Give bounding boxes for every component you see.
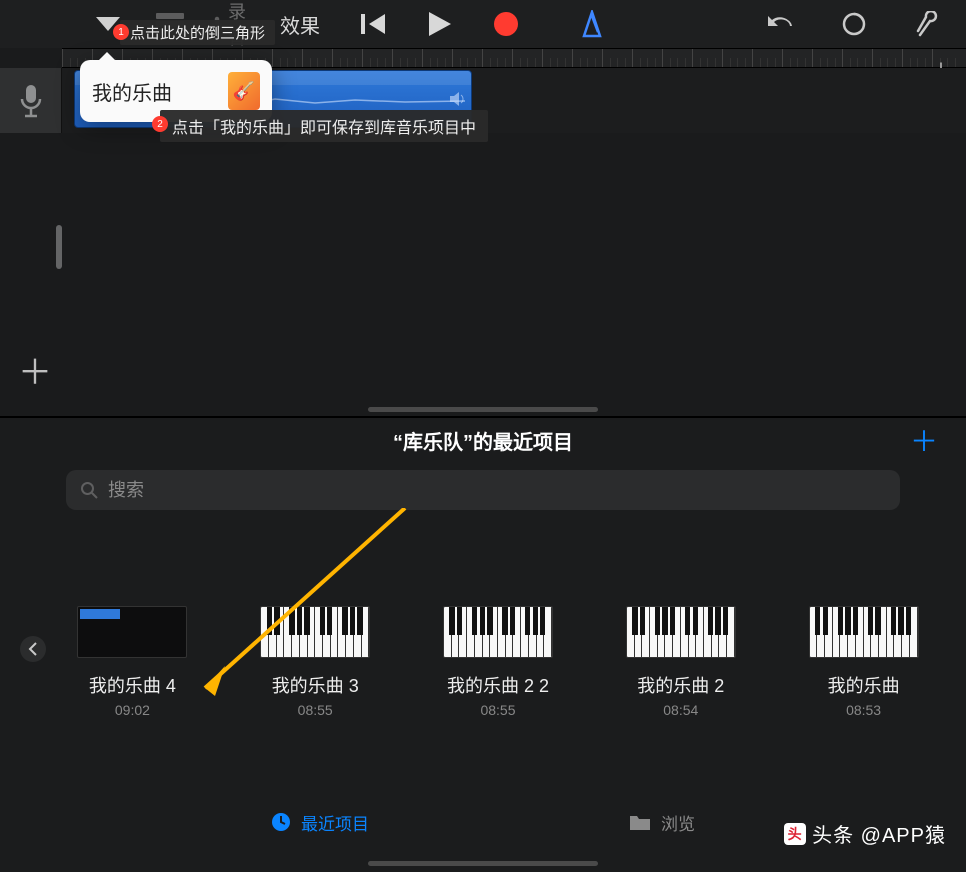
loop-browser-button[interactable] — [836, 6, 872, 42]
project-thumbnail — [626, 606, 736, 658]
tooltip-text: 点击此处的倒三角形 — [130, 25, 265, 42]
home-indicator — [368, 861, 598, 866]
speaker-icon — [449, 90, 467, 108]
my-songs-menu-item[interactable]: 我的乐曲 — [92, 77, 228, 106]
toutiao-logo-icon: 头 — [784, 823, 806, 845]
project-time: 08:55 — [298, 702, 333, 718]
tab-label: 浏览 — [661, 810, 695, 835]
track-header[interactable] — [0, 68, 62, 133]
project-name: 我的乐曲 3 — [272, 672, 359, 698]
project-item[interactable]: 我的乐曲 2 2 08:55 — [436, 606, 561, 718]
back-button[interactable] — [20, 636, 46, 662]
track-resize-handle[interactable] — [56, 225, 62, 269]
project-thumbnail — [809, 606, 919, 658]
search-field[interactable] — [66, 470, 900, 510]
folder-icon — [629, 813, 651, 831]
tooltip-badge: 2 — [152, 116, 168, 132]
microphone-icon — [19, 83, 43, 119]
projects-grid: 我的乐曲 409:02我的乐曲 308:55我的乐曲 2 208:55我的乐曲 … — [70, 606, 926, 718]
tab-browse[interactable]: 浏览 — [629, 810, 695, 835]
watermark-text: 头条 @APP猿 — [812, 819, 946, 848]
tooltip-text: 点击「我的乐曲」即可保存到库音乐项目中 — [172, 120, 476, 137]
project-item[interactable]: 我的乐曲 4 09:02 — [70, 606, 195, 718]
project-name: 我的乐曲 4 — [89, 672, 176, 698]
search-icon — [80, 481, 98, 499]
garageband-app-icon — [228, 72, 260, 110]
fx-button[interactable]: 效果 — [280, 10, 320, 39]
project-time: 08:54 — [663, 702, 698, 718]
go-to-start-button[interactable] — [356, 6, 392, 42]
add-track-button[interactable]: ＋ — [18, 345, 52, 394]
tab-recents[interactable]: 最近项目 — [271, 810, 369, 835]
record-button[interactable] — [488, 6, 524, 42]
watermark: 头 头条 @APP猿 — [784, 819, 946, 848]
project-thumbnail — [260, 606, 370, 658]
project-item[interactable]: 我的乐曲 3 08:55 — [253, 606, 378, 718]
project-name: 我的乐曲 2 — [637, 672, 724, 698]
transport-controls — [356, 6, 610, 42]
annotation-tooltip-1: 1 点击此处的倒三角形 — [120, 20, 275, 45]
tab-label: 最近项目 — [301, 810, 369, 835]
new-project-button[interactable]: ＋ — [910, 420, 938, 460]
undo-button[interactable] — [762, 6, 798, 42]
metronome-button[interactable] — [574, 6, 610, 42]
project-time: 08:53 — [846, 702, 881, 718]
project-time: 09:02 — [115, 702, 150, 718]
settings-button[interactable] — [910, 6, 946, 42]
project-thumbnail — [443, 606, 553, 658]
search-input[interactable] — [108, 480, 886, 501]
home-indicator — [368, 407, 598, 412]
chevron-left-icon — [28, 642, 38, 656]
play-button[interactable] — [422, 6, 458, 42]
project-time: 08:55 — [480, 702, 515, 718]
annotation-tooltip-2: 2 点击「我的乐曲」即可保存到库音乐项目中 — [160, 110, 488, 142]
project-name: 我的乐曲 2 2 — [447, 672, 549, 698]
project-name: 我的乐曲 — [828, 672, 900, 698]
garageband-recents: “库乐队”的最近项目 ＋ 我的乐曲 409:02我的乐曲 308:55我的乐曲 … — [0, 418, 966, 872]
garageband-editor: 录音 效果 — [0, 0, 966, 416]
project-item[interactable]: 我的乐曲 2 08:54 — [618, 606, 743, 718]
page-title: “库乐队”的最近项目 — [393, 426, 573, 455]
project-thumbnail — [77, 606, 187, 658]
clock-icon — [271, 812, 291, 832]
project-item[interactable]: 我的乐曲 08:53 — [801, 606, 926, 718]
tooltip-badge: 1 — [113, 24, 129, 40]
